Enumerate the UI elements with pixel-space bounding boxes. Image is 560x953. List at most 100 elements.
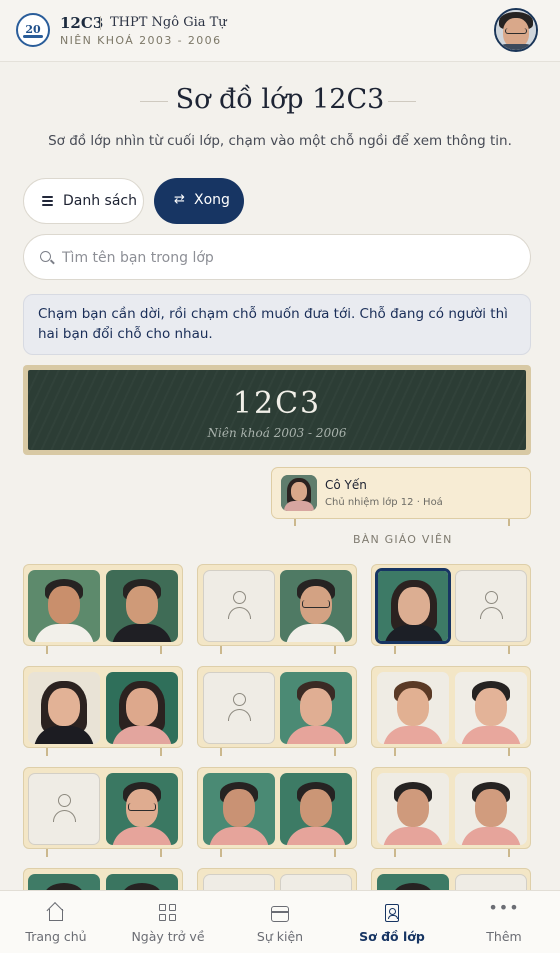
nav-events[interactable]: Sự kiện (224, 891, 336, 953)
student-photo (106, 672, 178, 744)
empty-seat[interactable] (203, 672, 275, 744)
empty-seat[interactable] (203, 570, 275, 642)
student-desk (371, 564, 531, 654)
desk-leg (334, 646, 336, 654)
seating-chart-icon (385, 904, 399, 922)
nav-label: Sơ đồ lớp (359, 929, 425, 944)
more-icon: ••• (488, 898, 520, 917)
desk-leg (508, 849, 510, 857)
student-desk (23, 767, 183, 857)
desk-leg (508, 748, 510, 756)
student-photo (378, 571, 448, 641)
student-desk (197, 564, 357, 654)
seat[interactable] (106, 773, 178, 845)
grid-icon (159, 904, 177, 922)
student-photo (280, 570, 352, 642)
logo-band (23, 35, 43, 38)
home-icon (49, 909, 63, 921)
page-title: Sơ đồ lớp 12C3 (175, 84, 385, 115)
student-photo (106, 773, 178, 845)
class-name: 12C3 (60, 14, 104, 32)
seat[interactable] (28, 672, 100, 744)
desk-leg (394, 849, 396, 857)
person-icon (228, 591, 252, 621)
desk-leg (220, 646, 222, 654)
desk-leg (46, 646, 48, 654)
student-desk (23, 564, 183, 654)
student-photo (455, 672, 527, 744)
seat[interactable] (455, 773, 527, 845)
top-bar: 20 12C3 THPT Ngô Gia Tự NIÊN KHOÁ 2003 -… (0, 0, 560, 62)
seat[interactable] (455, 672, 527, 744)
board-title: 12C3 (232, 386, 322, 421)
student-desk (371, 767, 531, 857)
nav-seating-chart[interactable]: Sơ đồ lớp (336, 891, 448, 953)
student-photo (28, 570, 100, 642)
desk-leg (46, 748, 48, 756)
bottom-nav: Trang chủ Ngày trở về Sự kiện Sơ đồ lớp … (0, 890, 560, 953)
student-photo (203, 773, 275, 845)
desk-leg (220, 748, 222, 756)
seat[interactable] (203, 773, 275, 845)
school-name: THPT Ngô Gia Tự (110, 15, 227, 30)
page-subtitle: Sơ đồ lớp nhìn từ cuối lớp, chạm vào một… (48, 133, 512, 149)
user-avatar[interactable] (494, 8, 538, 52)
seat[interactable] (377, 672, 449, 744)
nav-more[interactable]: ••• Thêm (448, 891, 560, 953)
seat[interactable] (280, 672, 352, 744)
done-label: Xong (194, 192, 230, 208)
seat[interactable] (377, 773, 449, 845)
desk-leg (160, 748, 162, 756)
done-button[interactable]: ⇄ Xong (154, 178, 244, 224)
desk-leg (160, 646, 162, 654)
desk-leg (508, 646, 510, 654)
chalkboard: 12C3 Niên khoá 2003 - 2006 (23, 365, 531, 455)
selected-seat[interactable] (375, 568, 451, 644)
person-icon (53, 794, 77, 824)
teacher-name: Cô Yến (325, 478, 367, 492)
teacher-desk[interactable]: Cô Yến Chủ nhiệm lớp 12 · Hoá (271, 467, 531, 526)
desk-leg (508, 519, 510, 526)
list-view-label: Danh sách (63, 193, 137, 209)
desk-leg (294, 519, 296, 526)
search-icon (40, 251, 51, 262)
seat[interactable] (106, 570, 178, 642)
student-photo (281, 475, 317, 511)
student-photo (280, 773, 352, 845)
move-hint: Chạm bạn cần dời, rồi chạm chỗ muốn đưa … (23, 294, 531, 355)
student-photo (377, 773, 449, 845)
cohort-years: NIÊN KHOÁ 2003 - 2006 (60, 34, 222, 47)
empty-seat[interactable] (28, 773, 100, 845)
student-photo (455, 773, 527, 845)
title-rule-right (388, 101, 416, 102)
nav-label: Sự kiện (256, 929, 304, 944)
student-desk (371, 666, 531, 756)
student-photo (377, 672, 449, 744)
desk-leg (220, 849, 222, 857)
student-desk (197, 767, 357, 857)
chalkboard-surface: 12C3 Niên khoá 2003 - 2006 (28, 370, 526, 450)
seat[interactable] (280, 773, 352, 845)
search-bar[interactable] (23, 234, 531, 280)
desk-leg (334, 748, 336, 756)
nav-return-day[interactable]: Ngày trở về (112, 891, 224, 953)
nav-home[interactable]: Trang chủ (0, 891, 112, 953)
avatar-photo (496, 10, 536, 50)
desk-leg (394, 646, 396, 654)
list-view-button[interactable]: Danh sách (23, 178, 144, 224)
seat[interactable] (28, 570, 100, 642)
teacher-role: Chủ nhiệm lớp 12 · Hoá (325, 497, 443, 508)
seat[interactable] (280, 570, 352, 642)
search-input[interactable] (62, 246, 502, 270)
nav-label: Ngày trở về (131, 929, 205, 944)
student-desk (23, 666, 183, 756)
student-photo (28, 672, 100, 744)
teacher-photo (281, 475, 317, 511)
board-subtitle: Niên khoá 2003 - 2006 (207, 426, 347, 440)
student-desk (197, 666, 357, 756)
nav-label: Thêm (486, 929, 522, 944)
seat[interactable] (106, 672, 178, 744)
desk-leg (394, 748, 396, 756)
empty-seat[interactable] (455, 570, 527, 642)
school-logo[interactable]: 20 (16, 13, 50, 47)
